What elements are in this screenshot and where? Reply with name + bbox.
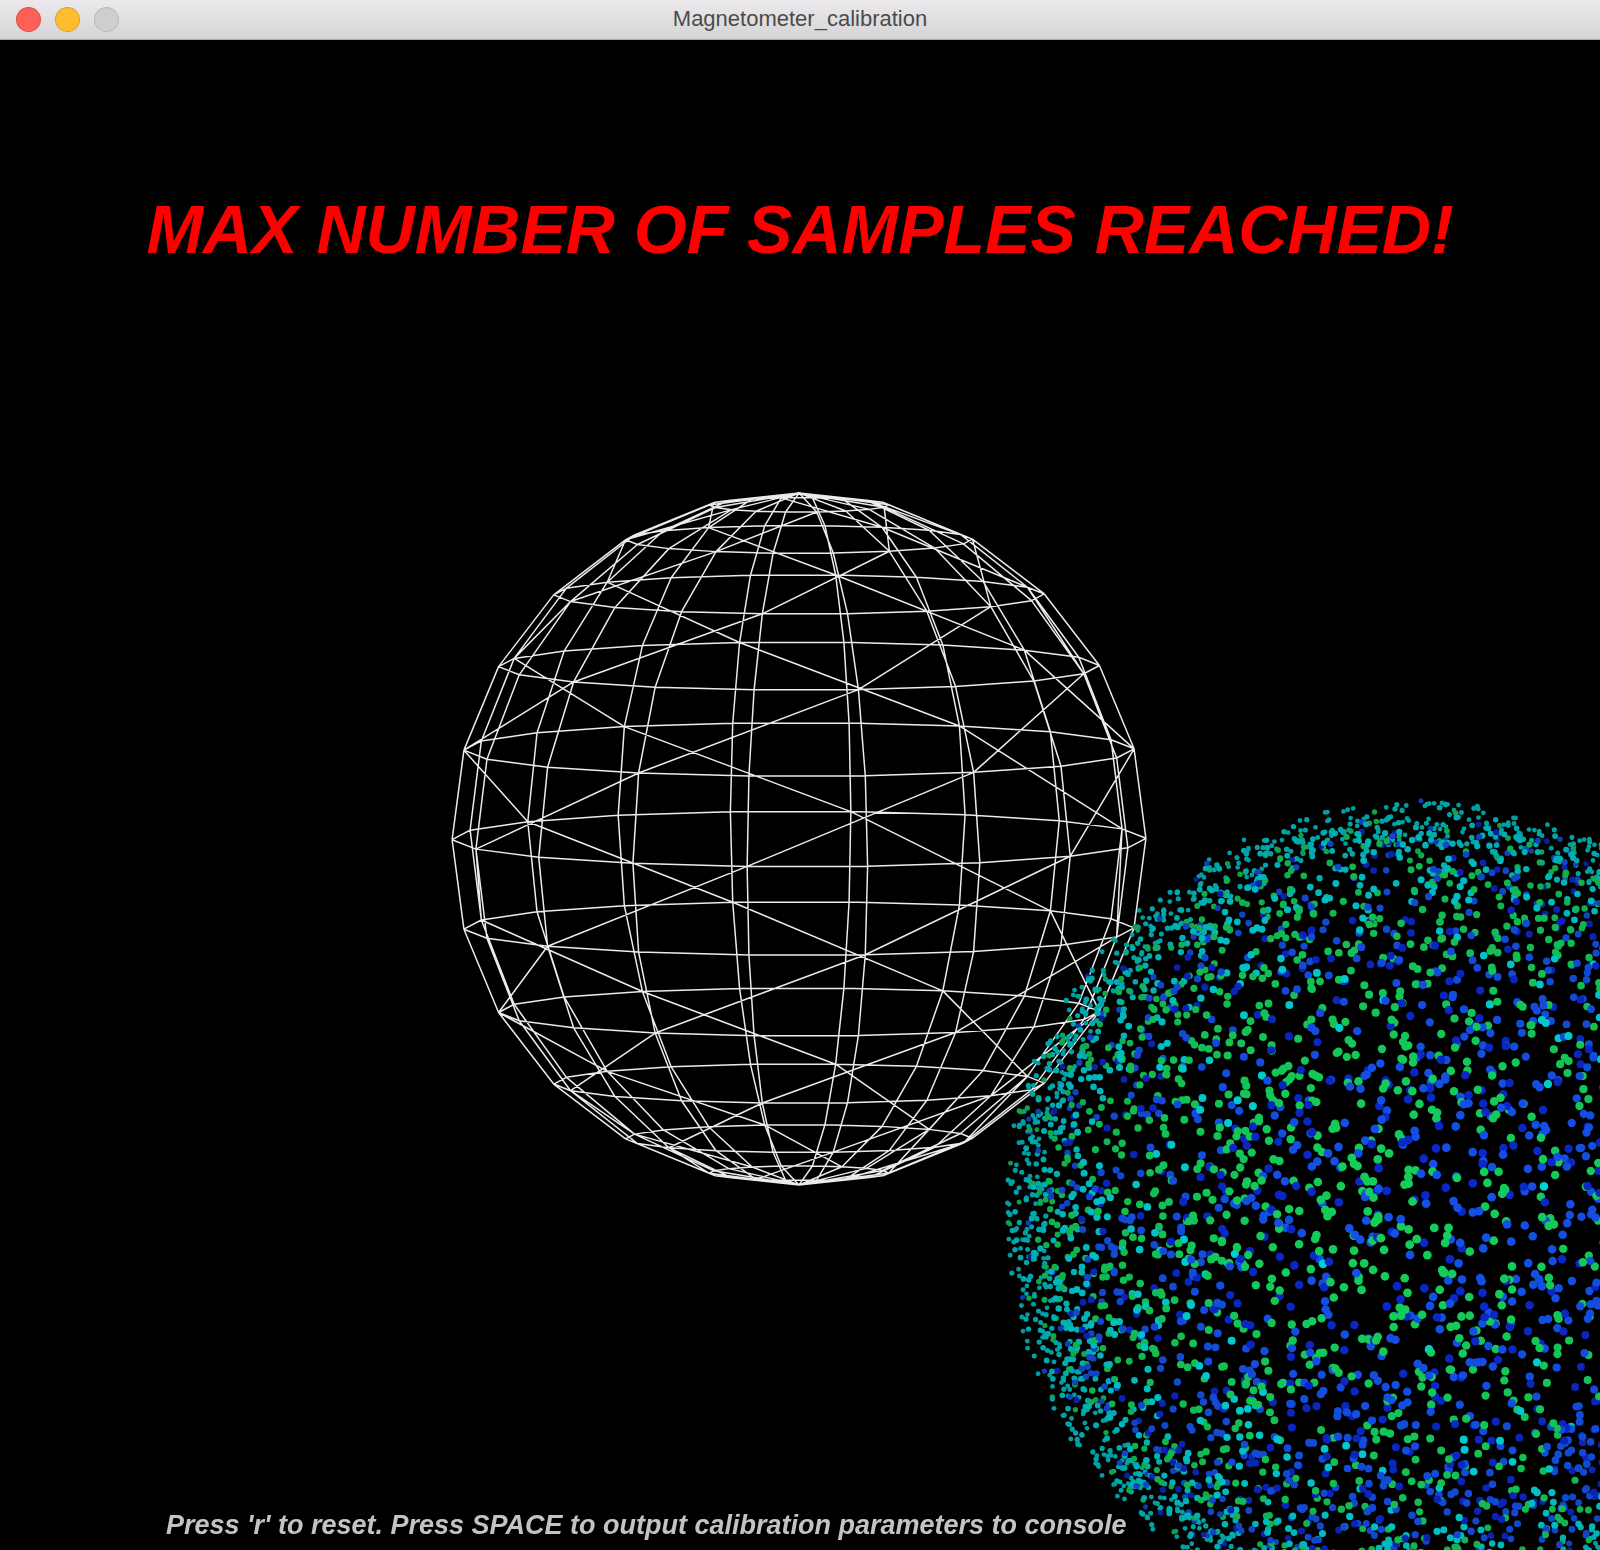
app-window: Magnetometer_calibration MAX NUMBER OF S… [0,0,1600,1550]
status-message: MAX NUMBER OF SAMPLES REACHED! [0,40,1600,271]
hint-text: Press 'r' to reset. Press SPACE to outpu… [0,1509,1600,1550]
window-controls [16,7,673,32]
close-button[interactable] [16,7,41,32]
calibration-stage: MAX NUMBER OF SAMPLES REACHED! Press 'r'… [0,40,1600,1550]
minimize-button[interactable] [55,7,80,32]
window-title: Magnetometer_calibration [673,5,927,34]
title-bar: Magnetometer_calibration [0,0,1600,40]
zoom-button [94,7,119,32]
